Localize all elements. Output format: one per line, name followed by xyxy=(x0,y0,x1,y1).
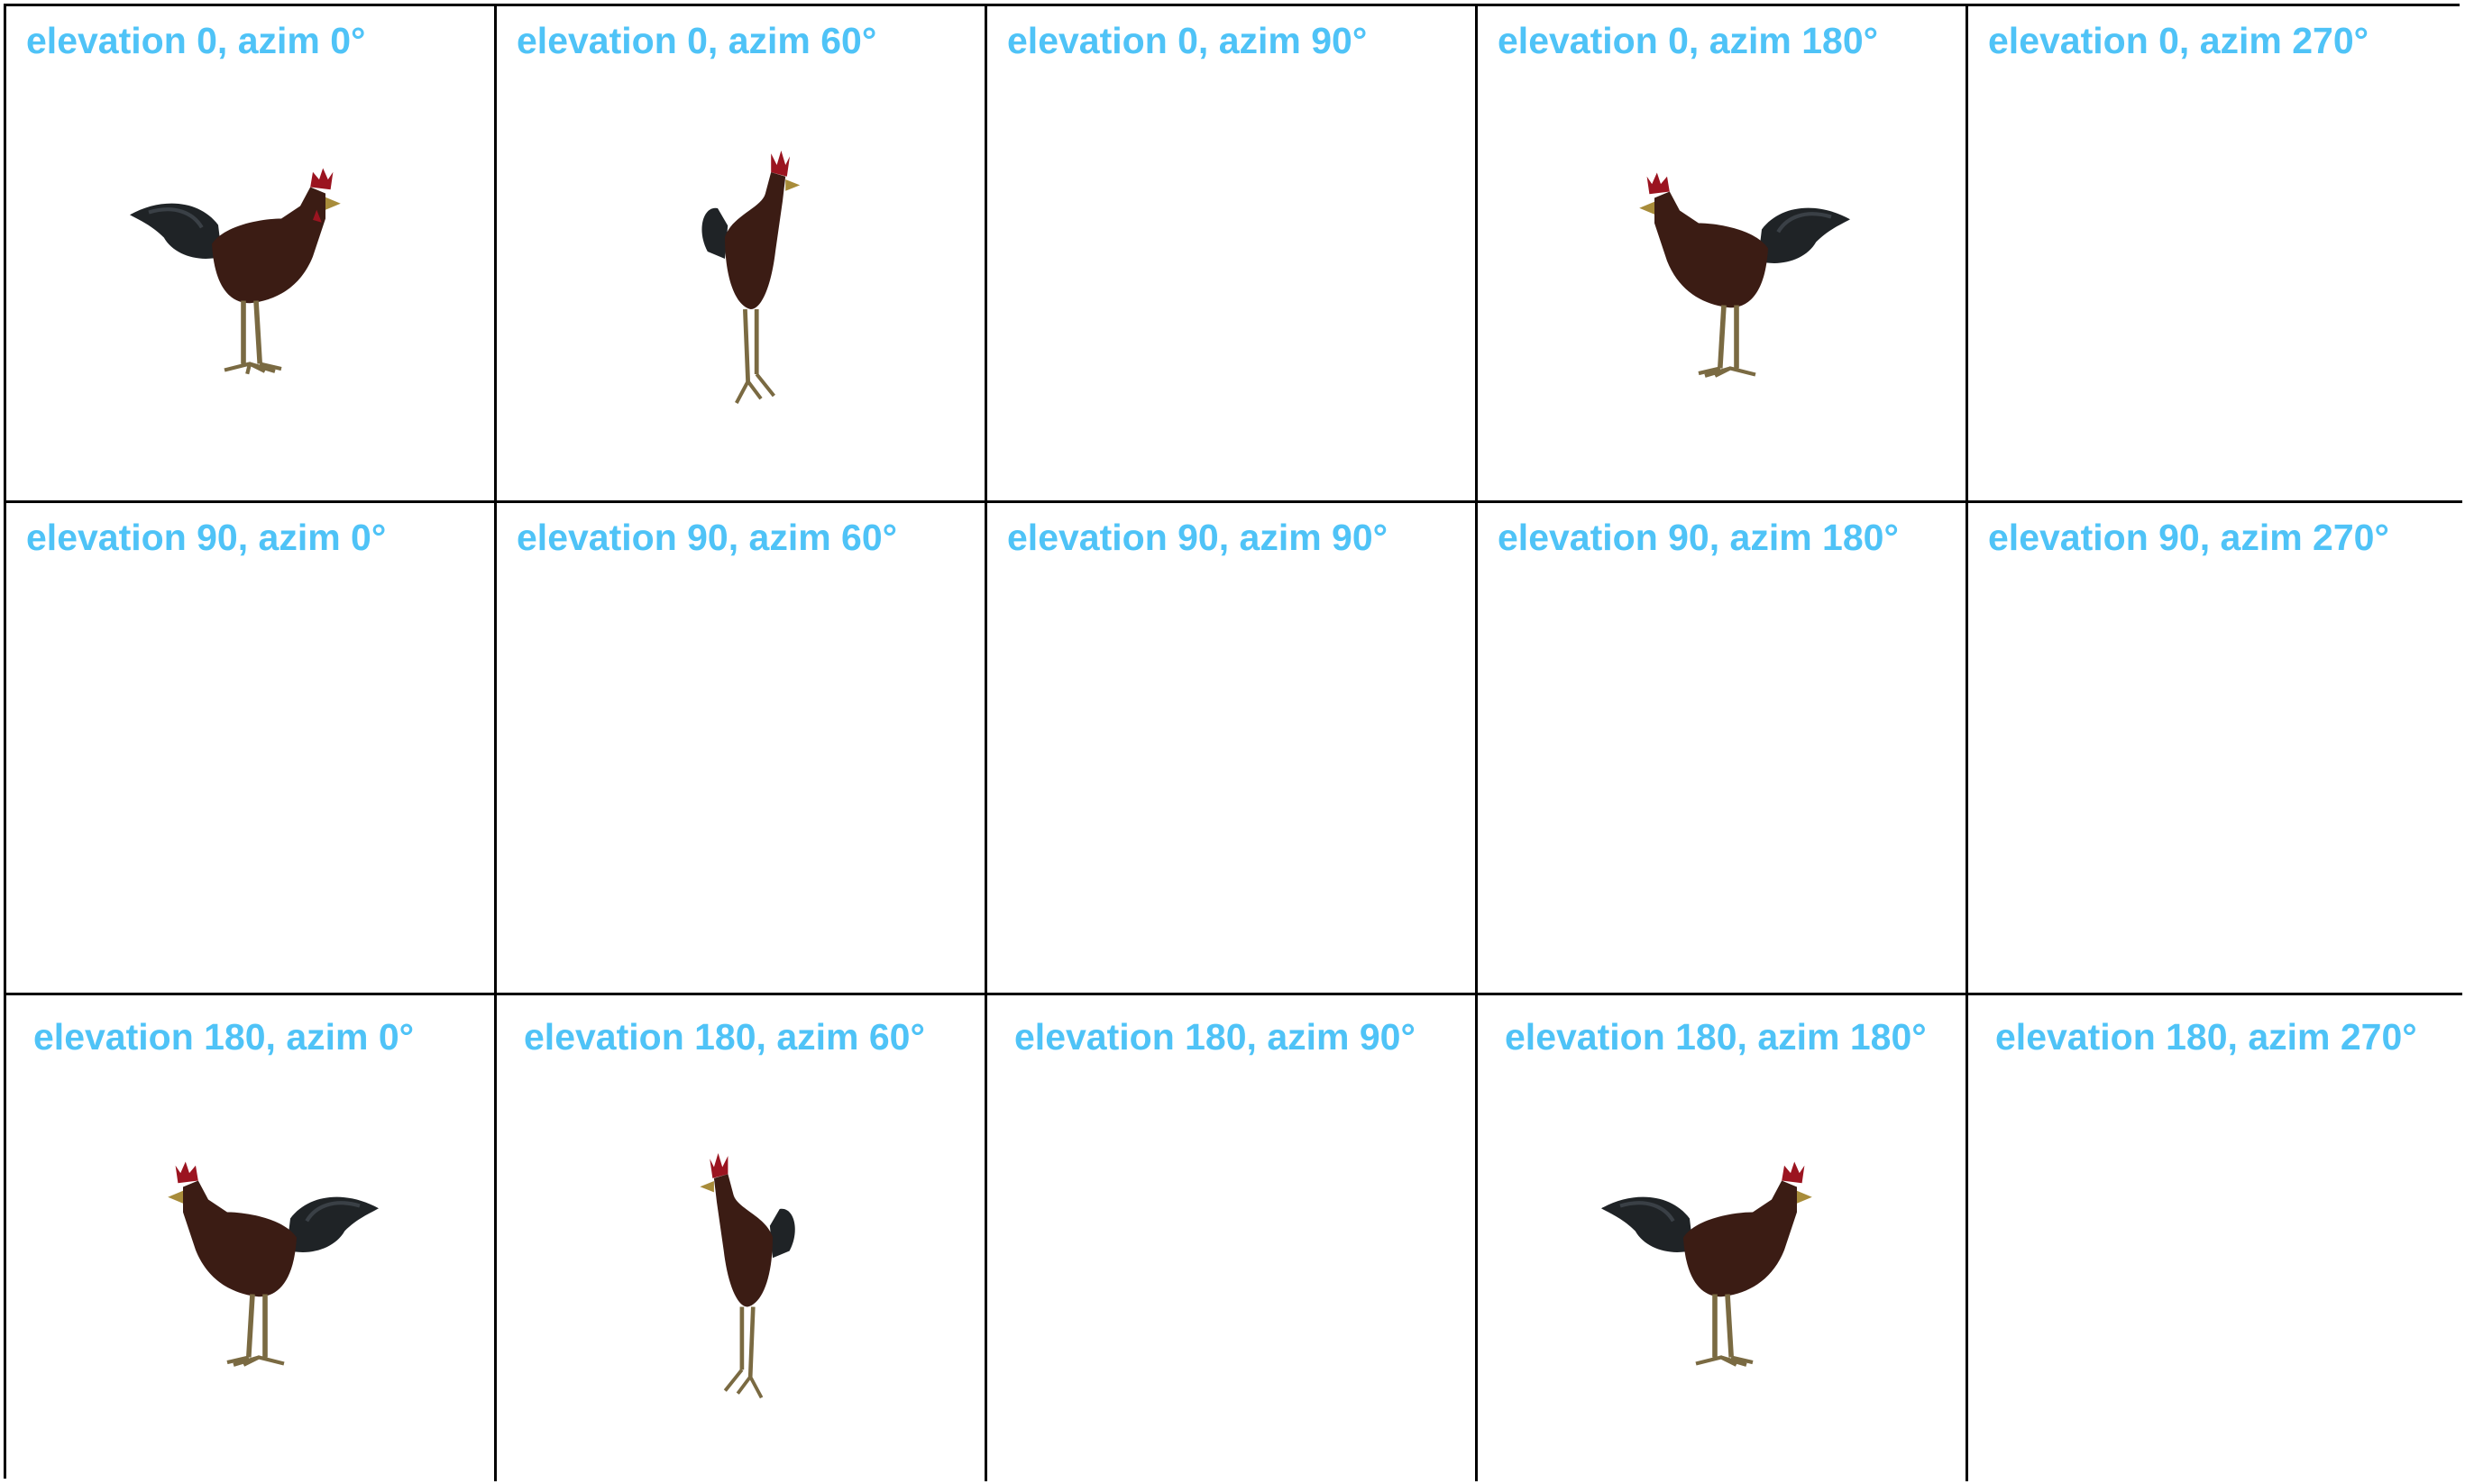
view-label: elevation 180, azim 60° xyxy=(524,1016,925,1058)
view-cell: elevation 0, azim 180° xyxy=(1478,6,1968,503)
view-cell: elevation 180, azim 0° xyxy=(6,995,497,1481)
view-label: elevation 0, azim 60° xyxy=(517,20,877,61)
view-cell: elevation 90, azim 90° xyxy=(987,503,1478,995)
view-label: elevation 180, azim 90° xyxy=(1014,1016,1416,1058)
view-label: elevation 0, azim 270° xyxy=(1988,20,2369,61)
rooster-image xyxy=(1604,164,1856,421)
view-label: elevation 0, azim 0° xyxy=(26,20,366,61)
rooster-image xyxy=(673,1153,817,1433)
view-label: elevation 180, azim 270° xyxy=(1995,1016,2417,1058)
rooster-image xyxy=(1595,1153,1847,1410)
view-label: elevation 90, azim 270° xyxy=(1988,517,2389,558)
view-grid: elevation 0, azim 0° elevation 0, azim 6… xyxy=(4,4,2462,1481)
view-cell: elevation 90, azim 270° xyxy=(1968,503,2462,995)
view-cell: elevation 180, azim 270° xyxy=(1968,995,2462,1481)
view-label: elevation 90, azim 180° xyxy=(1498,517,1899,558)
view-label: elevation 180, azim 180° xyxy=(1505,1016,1927,1058)
view-cell: elevation 90, azim 60° xyxy=(497,503,987,995)
rooster-image xyxy=(133,1153,385,1410)
view-cell: elevation 0, azim 270° xyxy=(1968,6,2462,503)
rooster-image xyxy=(124,160,376,417)
view-cell: elevation 0, azim 0° xyxy=(6,6,497,503)
view-cell: elevation 180, azim 90° xyxy=(987,995,1478,1481)
view-cell: elevation 180, azim 60° xyxy=(497,995,987,1481)
view-cell: elevation 90, azim 0° xyxy=(6,503,497,995)
rooster-image xyxy=(682,151,826,439)
view-label: elevation 90, azim 0° xyxy=(26,517,387,558)
view-cell: elevation 0, azim 60° xyxy=(497,6,987,503)
view-label: elevation 0, azim 180° xyxy=(1498,20,1879,61)
view-label: elevation 90, azim 60° xyxy=(517,517,898,558)
view-label: elevation 90, azim 90° xyxy=(1007,517,1388,558)
view-cell: elevation 0, azim 90° xyxy=(987,6,1478,503)
view-label: elevation 0, azim 90° xyxy=(1007,20,1368,61)
view-label: elevation 180, azim 0° xyxy=(33,1016,415,1058)
view-cell: elevation 90, azim 180° xyxy=(1478,503,1968,995)
view-cell: elevation 180, azim 180° xyxy=(1478,995,1968,1481)
